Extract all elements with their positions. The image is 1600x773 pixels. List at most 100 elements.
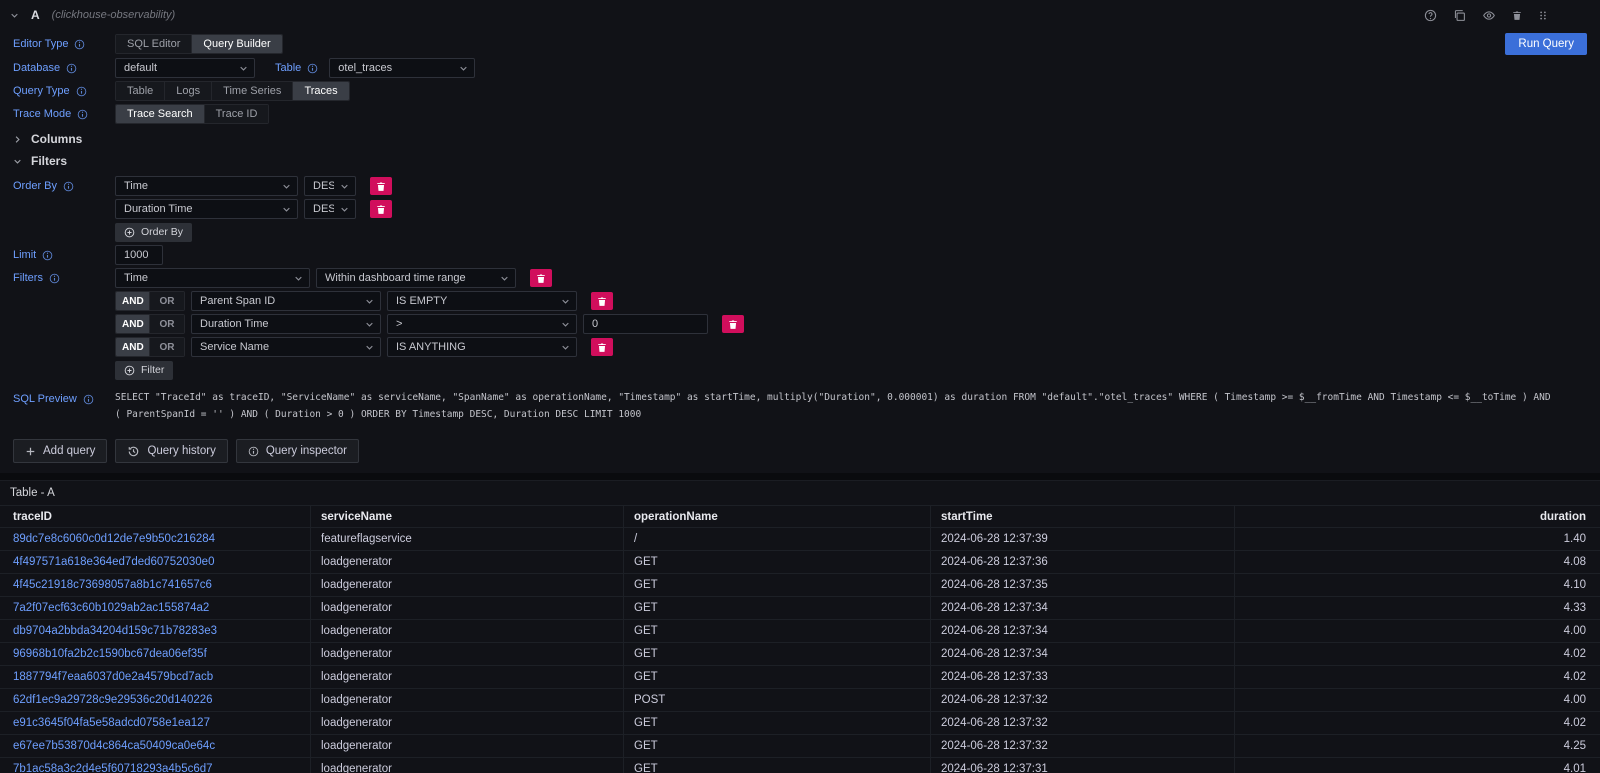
- bool-option-and[interactable]: AND: [116, 292, 150, 310]
- radio-option-query-builder[interactable]: Query Builder: [192, 35, 281, 53]
- column-header-operationname[interactable]: operationName: [624, 505, 931, 528]
- column-header-duration[interactable]: duration: [1235, 505, 1600, 528]
- trace-id-link[interactable]: 7b1ac58a3c2d4e5f60718293a4b5c6d7: [13, 763, 213, 773]
- duplicate-query-icon[interactable]: [1453, 9, 1466, 22]
- radio-option-trace-search[interactable]: Trace Search: [116, 105, 205, 123]
- table-row: 1887794f7eaa6037d0e2a4579bcd7acbloadgene…: [0, 666, 1600, 689]
- chevron-down-icon: [282, 205, 291, 214]
- sql-preview-label-cell: SQL Preview: [13, 390, 115, 405]
- order-by-field-select[interactable]: Duration Time: [115, 199, 298, 219]
- table-select[interactable]: otel_traces: [329, 58, 475, 78]
- chevron-down-icon: [365, 297, 374, 306]
- order-by-direction-select[interactable]: DESC: [304, 176, 356, 196]
- table-row: 7a2f07ecf63c60b1029ab2ac155874a2loadgene…: [0, 597, 1600, 620]
- remove-filter-button[interactable]: [591, 338, 613, 356]
- trace-id-link[interactable]: e91c3645f04fa5e58adcd0758e1ea127: [13, 717, 210, 729]
- datasource-name: (clickhouse-observability): [52, 9, 176, 21]
- radio-option-table[interactable]: Table: [116, 82, 165, 100]
- remove-filter-button[interactable]: [530, 269, 552, 287]
- trace-id-link[interactable]: 4f45c21918c73698057a8b1c741657c6: [13, 579, 212, 591]
- chevron-down-icon: [365, 343, 374, 352]
- filter-operator-select[interactable]: IS ANYTHING: [387, 337, 577, 357]
- cell-duration: 4.02: [1235, 712, 1600, 735]
- filter-field-select[interactable]: Service Name: [191, 337, 381, 357]
- info-icon: [66, 63, 77, 74]
- filter-rows: ANDORParent Span IDIS EMPTYANDORDuration…: [13, 291, 1587, 357]
- database-label: Database: [13, 62, 60, 74]
- cell-operationname: GET: [624, 643, 931, 666]
- bool-option-or[interactable]: OR: [150, 315, 184, 333]
- query-inspector-button[interactable]: Query inspector: [236, 439, 359, 463]
- filter-value-input[interactable]: [583, 314, 708, 334]
- columns-section-toggle[interactable]: Columns: [13, 132, 1587, 146]
- cell-traceid: 1887794f7eaa6037d0e2a4579bcd7acb: [0, 666, 311, 689]
- table-body: 89dc7e8c6060c0d12de7e9b50c216284featuref…: [0, 528, 1600, 773]
- cell-traceid: 62df1ec9a29728c9e29536c20d140226: [0, 689, 311, 712]
- add-filter-button[interactable]: Filter: [115, 361, 173, 380]
- radio-option-traces[interactable]: Traces: [293, 82, 348, 100]
- trace-id-link[interactable]: db9704a2bbda34204d159c71b78283e3: [13, 625, 217, 637]
- remove-filter-button[interactable]: [722, 315, 744, 333]
- order-by-field-select[interactable]: Time: [115, 176, 298, 196]
- collapse-query-row-icon[interactable]: [10, 11, 19, 20]
- add-order-by-button[interactable]: Order By: [115, 223, 192, 242]
- help-icon[interactable]: [1424, 9, 1437, 22]
- bool-option-and[interactable]: AND: [116, 338, 150, 356]
- trace-id-link[interactable]: 89dc7e8c6060c0d12de7e9b50c216284: [13, 533, 215, 545]
- radio-option-logs[interactable]: Logs: [165, 82, 212, 100]
- chevron-down-icon: [365, 320, 374, 329]
- trace-id-link[interactable]: 1887794f7eaa6037d0e2a4579bcd7acb: [13, 671, 213, 683]
- column-header-servicename[interactable]: serviceName: [311, 505, 624, 528]
- query-type-label: Query Type: [13, 85, 70, 97]
- column-header-traceid[interactable]: traceID: [0, 505, 311, 528]
- trace-id-link[interactable]: 4f497571a618e364ed7ded60752030e0: [13, 556, 214, 568]
- cell-starttime: 2024-06-28 12:37:34: [931, 597, 1235, 620]
- query-row-actions: [1424, 9, 1548, 22]
- bool-option-or[interactable]: OR: [150, 338, 184, 356]
- query-row-header: A (clickhouse-observability): [0, 0, 1600, 30]
- cell-operationname: GET: [624, 620, 931, 643]
- filters-section-toggle[interactable]: Filters: [13, 154, 1587, 168]
- chevron-down-icon: [561, 343, 570, 352]
- remove-filter-button[interactable]: [591, 292, 613, 310]
- radio-option-trace-id[interactable]: Trace ID: [205, 105, 269, 123]
- database-select[interactable]: default: [115, 58, 255, 78]
- cell-traceid: 4f497571a618e364ed7ded60752030e0: [0, 551, 311, 574]
- filter-operator-select[interactable]: >: [387, 314, 577, 334]
- query-editor-panel: A (clickhouse-observability) Editor Type…: [0, 0, 1600, 473]
- radio-option-time-series[interactable]: Time Series: [212, 82, 293, 100]
- cell-starttime: 2024-06-28 12:37:31: [931, 758, 1235, 773]
- plus-circle-icon: [124, 227, 135, 238]
- run-query-button[interactable]: Run Query: [1505, 33, 1587, 55]
- radio-option-sql-editor[interactable]: SQL Editor: [116, 35, 192, 53]
- hide-query-icon[interactable]: [1482, 9, 1496, 22]
- remove-order-by-button[interactable]: [370, 200, 392, 218]
- column-header-starttime[interactable]: startTime: [931, 505, 1235, 528]
- trace-id-link[interactable]: e67ee7b53870d4c864ca50409ca0e64c: [13, 740, 215, 752]
- order-by-direction-select[interactable]: DESC: [304, 199, 356, 219]
- cell-operationname: POST: [624, 689, 931, 712]
- bool-option-and[interactable]: AND: [116, 315, 150, 333]
- add-query-button[interactable]: Add query: [13, 439, 107, 463]
- filter-field-select[interactable]: Duration Time: [191, 314, 381, 334]
- remove-order-by-button[interactable]: [370, 177, 392, 195]
- trace-id-link[interactable]: 62df1ec9a29728c9e29536c20d140226: [13, 694, 213, 706]
- query-history-button[interactable]: Query history: [115, 439, 227, 463]
- trace-id-link[interactable]: 96968b10fa2b2c1590bc67dea06ef35f: [13, 648, 207, 660]
- table-label-cell: Table: [275, 62, 318, 74]
- order-by-rows: Order ByTimeDESCDuration TimeDESC: [13, 176, 1587, 219]
- trace-mode-label-cell: Trace Mode: [13, 108, 115, 120]
- remove-query-icon[interactable]: [1512, 10, 1522, 21]
- limit-input[interactable]: [115, 245, 163, 265]
- cell-starttime: 2024-06-28 12:37:35: [931, 574, 1235, 597]
- filter-field-select[interactable]: Time: [115, 268, 310, 288]
- filter-field-select[interactable]: Parent Span ID: [191, 291, 381, 311]
- table-row: 4f45c21918c73698057a8b1c741657c6loadgene…: [0, 574, 1600, 597]
- filter-operator-select[interactable]: Within dashboard time range: [316, 268, 516, 288]
- filter-operator-select[interactable]: IS EMPTY: [387, 291, 577, 311]
- panel-divider: [0, 473, 1600, 480]
- bool-option-or[interactable]: OR: [150, 292, 184, 310]
- table-row: e67ee7b53870d4c864ca50409ca0e64cloadgene…: [0, 735, 1600, 758]
- trace-id-link[interactable]: 7a2f07ecf63c60b1029ab2ac155874a2: [13, 602, 209, 614]
- drag-handle-icon[interactable]: [1538, 9, 1548, 22]
